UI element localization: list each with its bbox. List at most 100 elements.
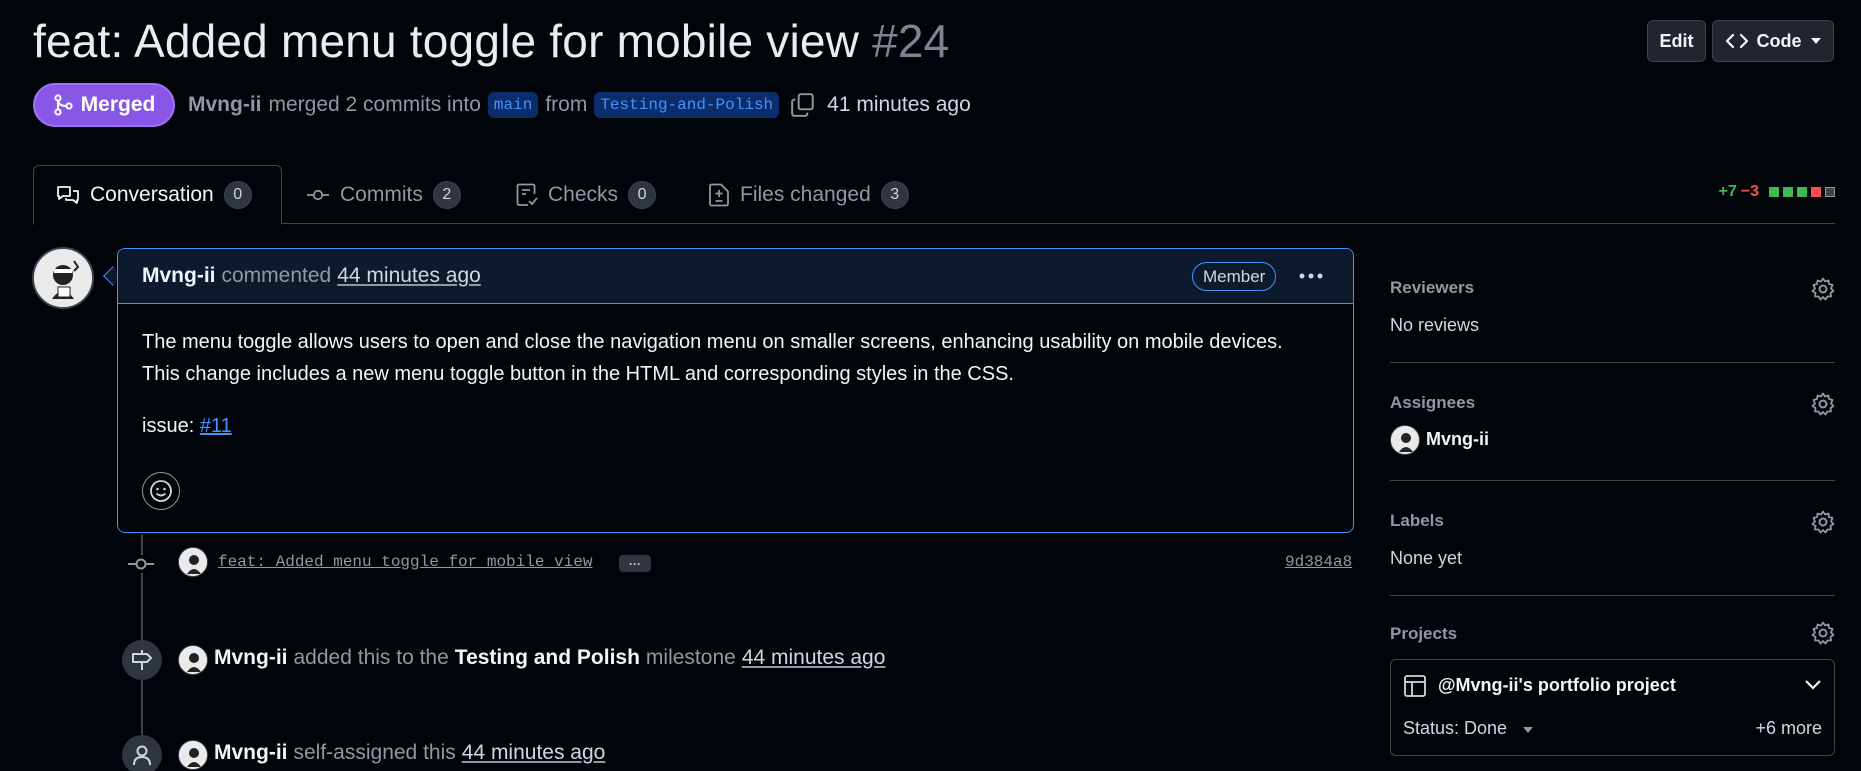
code-button[interactable]: Code: [1712, 20, 1834, 62]
tab-files-count: 3: [880, 180, 909, 209]
person-icon: [122, 735, 162, 771]
sidebar-assignees: Assignees Mvng-ii: [1390, 385, 1835, 481]
sidebar-labels-title[interactable]: Labels: [1390, 511, 1444, 531]
commit-message-link[interactable]: feat: Added menu toggle for mobile view: [218, 553, 592, 571]
diff-deletions: −3: [1740, 183, 1759, 200]
diffstat-block: [1825, 187, 1835, 197]
gear-icon[interactable]: [1811, 621, 1835, 645]
pr-meta-line: Mvng-ii merged 2 commits into main from …: [188, 88, 971, 122]
project-status-dropdown[interactable]: Status: Done: [1403, 718, 1507, 739]
copy-icon[interactable]: [790, 92, 816, 118]
pr-title-text: feat: Added menu toggle for mobile view: [33, 15, 860, 67]
checklist-icon: [516, 183, 538, 206]
comment-discussion-icon: [57, 186, 79, 204]
sidebar-projects-title[interactable]: Projects: [1390, 624, 1457, 644]
diffstat-block: [1811, 187, 1821, 197]
tab-commits[interactable]: Commits 2: [306, 165, 461, 224]
tab-conversation[interactable]: Conversation 0: [33, 165, 282, 225]
comment-time[interactable]: 44 minutes ago: [337, 264, 481, 288]
gear-icon[interactable]: [1811, 277, 1835, 301]
avatar[interactable]: [32, 247, 94, 309]
avatar-image: [34, 249, 92, 307]
sidebar-projects: Projects: [1390, 618, 1835, 648]
comment-author[interactable]: Mvng-ii: [142, 264, 216, 288]
avatar[interactable]: [178, 547, 208, 577]
event-time[interactable]: 44 minutes ago: [742, 646, 886, 670]
project-card: @Mvng-ii's portfolio project Status: Don…: [1390, 659, 1835, 756]
milestone-icon: [122, 640, 162, 680]
diff-additions: +7: [1718, 183, 1737, 200]
diffstat-block: [1783, 187, 1793, 197]
merge-author-link[interactable]: Mvng-ii: [188, 93, 262, 117]
event-time[interactable]: 44 minutes ago: [462, 741, 606, 765]
sidebar-reviewers-title[interactable]: Reviewers: [1390, 278, 1474, 298]
merge-time: 41 minutes ago: [827, 93, 971, 116]
base-branch[interactable]: main: [487, 92, 539, 118]
gear-icon[interactable]: [1811, 392, 1835, 416]
project-more-fields[interactable]: +6 more: [1755, 718, 1822, 739]
pr-number: #24: [872, 15, 950, 67]
file-diff-icon: [709, 183, 729, 206]
git-commit-icon: [128, 555, 154, 573]
sidebar-reviewers-value: No reviews: [1390, 315, 1480, 335]
comment-action: commented: [221, 264, 332, 287]
sidebar-assignees-title[interactable]: Assignees: [1390, 393, 1475, 413]
git-commit-icon: [307, 189, 329, 200]
assign-event: Mvng-ii self-assigned this 44 minutes ag…: [214, 741, 605, 765]
milestone-link[interactable]: Testing and Polish: [455, 646, 640, 670]
tab-conversation-label: Conversation: [90, 183, 214, 206]
tab-conversation-count: 0: [223, 181, 252, 209]
sidebar-reviewers: Reviewers No reviews: [1390, 270, 1835, 363]
diffstat-block: [1797, 187, 1807, 197]
sidebar-assignee-name[interactable]: Mvng-ii: [1426, 429, 1489, 450]
tab-checks-count: 0: [628, 180, 657, 209]
pr-title: feat: Added menu toggle for mobile view …: [33, 14, 949, 68]
chevron-down-icon[interactable]: [1804, 679, 1822, 691]
tab-files-changed[interactable]: Files changed 3: [708, 165, 909, 224]
git-merge-icon: [54, 94, 73, 116]
tab-checks-label: Checks: [548, 182, 619, 206]
sidebar-labels-value: None yet: [1390, 548, 1463, 568]
comment-body: The menu toggle allows users to open and…: [142, 331, 1283, 385]
issue-link[interactable]: #11: [200, 415, 232, 437]
avatar[interactable]: [178, 645, 208, 675]
event-text: self-assigned this: [293, 741, 456, 764]
event-text: added this to the: [293, 646, 449, 669]
merged-badge-label: Merged: [80, 93, 156, 116]
edit-button[interactable]: Edit: [1647, 20, 1706, 62]
sidebar-labels: Labels None yet: [1390, 503, 1835, 596]
event-actor[interactable]: Mvng-ii: [214, 646, 288, 670]
event-text: milestone: [645, 646, 736, 669]
avatar[interactable]: [1390, 425, 1420, 455]
event-actor[interactable]: Mvng-ii: [214, 741, 288, 765]
tab-commits-count: 2: [432, 180, 461, 209]
diffstat: +7 −3: [1718, 183, 1835, 201]
merged-status-badge: Merged: [33, 83, 175, 127]
add-reaction-button[interactable]: [142, 472, 180, 510]
code-icon: [1725, 33, 1748, 49]
tab-commits-label: Commits: [340, 182, 423, 206]
merged-text: merged 2 commits into: [268, 93, 481, 116]
code-button-label: Code: [1756, 30, 1802, 51]
commit-expand-button[interactable]: ···: [619, 555, 651, 572]
tab-checks[interactable]: Checks 0: [516, 165, 657, 224]
avatar[interactable]: [178, 740, 208, 770]
table-icon: [1404, 675, 1426, 697]
caret-down-icon[interactable]: [1522, 726, 1534, 734]
edit-button-label: Edit: [1659, 30, 1694, 51]
gear-icon[interactable]: [1811, 510, 1835, 534]
diffstat-block: [1769, 187, 1779, 197]
member-badge: Member: [1192, 262, 1277, 291]
kebab-horizontal-icon[interactable]: [1298, 263, 1324, 289]
head-branch[interactable]: Testing-and-Polish: [594, 92, 780, 118]
caret-down-icon: [1810, 38, 1821, 44]
comment-card: Mvng-ii commented 44 minutes ago Member …: [117, 248, 1354, 533]
from-text: from: [545, 93, 588, 116]
project-name-link[interactable]: @Mvng-ii's portfolio project: [1438, 675, 1676, 696]
comment-header: Mvng-ii commented 44 minutes ago Member: [118, 249, 1353, 304]
commit-sha-link[interactable]: 9d384a8: [1285, 553, 1352, 571]
pr-tabs: Conversation 0 Commits 2 Checks 0 Files …: [33, 165, 1835, 225]
issue-reference: issue: #11: [142, 415, 232, 438]
smiley-icon: [150, 480, 172, 502]
milestone-event: Mvng-ii added this to the Testing and Po…: [214, 646, 885, 670]
